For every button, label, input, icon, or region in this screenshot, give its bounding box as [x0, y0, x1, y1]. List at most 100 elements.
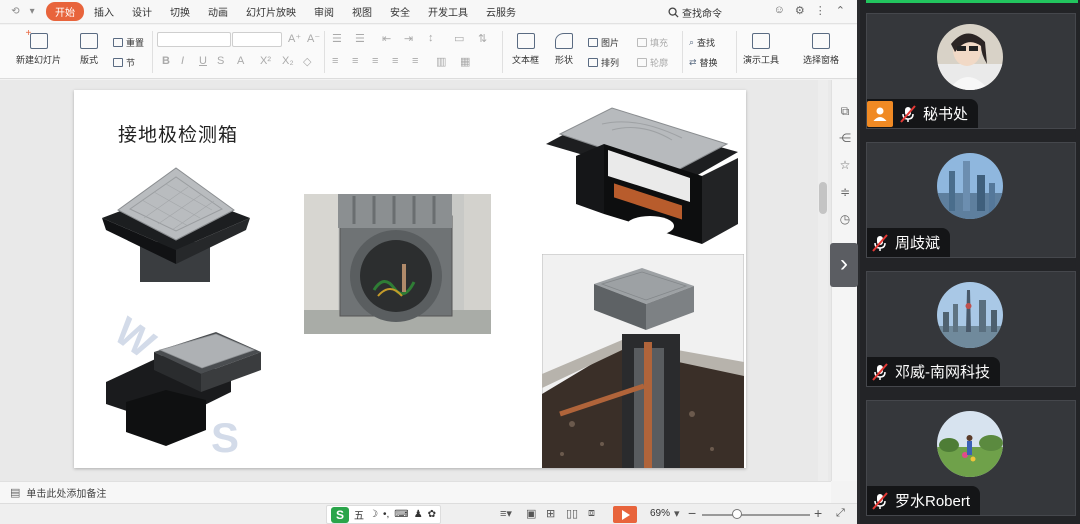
normal-view-icon[interactable]: ▣ — [526, 507, 536, 520]
font-color-icon[interactable]: A — [237, 55, 244, 67]
mic-muted-icon[interactable] — [871, 233, 889, 252]
feedback-icon[interactable]: ☺ — [774, 4, 785, 17]
ime-toolbar[interactable]: S 五 ☽ •, ⌨ ♟ ✿ — [326, 505, 442, 524]
font-name-select[interactable] — [157, 32, 231, 47]
grounding-box-image-1[interactable] — [96, 160, 256, 290]
share-icon[interactable]: ⋲ — [838, 131, 852, 145]
dropdown-icon[interactable]: ▾ — [30, 6, 35, 17]
grounding-box-cutaway[interactable] — [542, 104, 742, 254]
tab-security[interactable]: 安全 — [382, 2, 418, 21]
tab-slideshow[interactable]: 幻灯片放映 — [238, 2, 304, 21]
superscript-icon[interactable]: X² — [260, 55, 271, 67]
strikethrough-icon[interactable]: S — [217, 55, 224, 67]
notes-pane[interactable]: ▤ 单击此处添加备注 — [0, 481, 831, 503]
punctuation-icon[interactable]: •, — [383, 509, 389, 520]
fit-window-icon[interactable]: ⤢ — [836, 507, 845, 520]
fill-button[interactable]: 填充 — [637, 36, 668, 49]
gear-icon[interactable]: ⚙ — [795, 4, 805, 17]
italic-icon[interactable]: I — [181, 55, 184, 67]
numbering-icon[interactable]: ☰ — [355, 32, 365, 45]
slide-title[interactable]: 接地极检测箱 — [118, 120, 238, 147]
tab-view[interactable]: 视图 — [344, 2, 380, 21]
participant-tile[interactable]: 周歧斌 — [866, 142, 1076, 258]
tab-design[interactable]: 设计 — [124, 2, 160, 21]
textbox-button[interactable]: 文本框 — [512, 33, 539, 66]
convert-smartart-icon[interactable]: ▦ — [460, 55, 470, 68]
copy-icon[interactable]: ⧉ — [838, 104, 852, 118]
current-slide[interactable]: 接地极检测箱 W S — [74, 90, 746, 468]
bullets-icon[interactable]: ☰ — [332, 32, 342, 45]
collapse-panel-button[interactable]: › — [830, 243, 858, 287]
installation-cutaway-image[interactable] — [542, 254, 744, 468]
keyboard-icon[interactable]: ⌨ — [394, 509, 408, 520]
tab-review[interactable]: 审阅 — [306, 2, 342, 21]
command-search[interactable]: 查找命令 — [668, 5, 722, 20]
participant-tile[interactable]: 邓威-南网科技 — [866, 271, 1076, 387]
shrink-font-icon[interactable]: A⁻ — [307, 32, 320, 45]
notes-toggle-icon[interactable]: ≡▾ — [500, 507, 512, 520]
presenter-view-icon[interactable]: ⧈ — [588, 507, 595, 520]
distribute-icon[interactable]: ≡ — [412, 55, 418, 67]
reset-button[interactable]: 重置 — [113, 36, 144, 49]
picture-button[interactable]: 图片 — [588, 36, 619, 49]
columns-icon[interactable]: ▥ — [436, 55, 446, 68]
participant-tile[interactable]: 罗水Robert — [866, 400, 1076, 516]
increase-indent-icon[interactable]: ⇥ — [404, 32, 413, 45]
select-pane-button[interactable]: 选择窗格 — [803, 33, 839, 66]
outline-button[interactable]: 轮廓 — [637, 56, 668, 69]
shape-button[interactable]: 形状 — [555, 33, 573, 66]
zoom-level[interactable]: 69% — [650, 508, 670, 519]
tab-transitions[interactable]: 切换 — [162, 2, 198, 21]
tab-insert[interactable]: 插入 — [86, 2, 122, 21]
tab-cloud[interactable]: 云服务 — [478, 2, 524, 21]
sorter-view-icon[interactable]: ⊞ — [546, 507, 555, 520]
replace-button[interactable]: ⇄ 替换 — [689, 56, 718, 69]
collapse-ribbon-icon[interactable]: ⌃ — [836, 4, 845, 17]
grounding-box-image-2[interactable]: W S — [96, 312, 296, 462]
mic-muted-icon[interactable] — [899, 104, 917, 123]
clear-format-icon[interactable]: ◇ — [303, 55, 311, 68]
subscript-icon[interactable]: X₂ — [282, 55, 294, 67]
decrease-indent-icon[interactable]: ⇤ — [382, 32, 391, 45]
user-icon[interactable]: ♟ — [414, 509, 423, 520]
bold-icon[interactable]: B — [162, 55, 170, 67]
undo-icon[interactable]: ⟲ — [11, 6, 19, 17]
new-slide-button[interactable]: + 新建幻灯片 — [16, 28, 61, 66]
moon-icon[interactable]: ☽ — [369, 509, 378, 520]
demo-tools-button[interactable]: 演示工具 — [743, 33, 779, 66]
participant-tile[interactable]: 秘书处 — [866, 13, 1076, 129]
line-spacing-icon[interactable]: ↕ — [428, 32, 434, 44]
history-icon[interactable]: ◷ — [838, 212, 852, 226]
align-left-icon[interactable]: ≡ — [332, 55, 338, 67]
grounding-box-photo[interactable] — [304, 194, 491, 334]
mic-muted-icon[interactable] — [871, 491, 889, 510]
text-direction-icon[interactable]: ▭ — [454, 32, 464, 45]
underline-icon[interactable]: U — [199, 55, 207, 67]
tab-developer[interactable]: 开发工具 — [420, 2, 476, 21]
find-button[interactable]: ⌕ 查找 — [689, 36, 715, 49]
tab-home[interactable]: 开始 — [46, 2, 84, 21]
align-right-icon[interactable]: ≡ — [372, 55, 378, 67]
adjust-icon[interactable]: ≑ — [838, 185, 852, 199]
zoom-dropdown-icon[interactable]: ▾ — [674, 507, 680, 520]
align-center-icon[interactable]: ≡ — [352, 55, 358, 67]
reading-view-icon[interactable]: ▯▯ — [566, 507, 578, 520]
skin-icon[interactable]: ✿ — [428, 509, 436, 520]
zoom-out-icon[interactable]: − — [688, 505, 696, 521]
mic-muted-icon[interactable] — [871, 362, 889, 381]
grow-font-icon[interactable]: A⁺ — [288, 32, 301, 45]
star-icon[interactable]: ☆ — [838, 158, 852, 172]
zoom-slider[interactable] — [702, 514, 810, 516]
tab-animations[interactable]: 动画 — [200, 2, 236, 21]
zoom-in-icon[interactable]: + — [814, 505, 822, 521]
layout-button[interactable]: 版式 — [80, 33, 98, 66]
more-icon[interactable]: ⋮ — [815, 4, 826, 17]
font-size-select[interactable] — [232, 32, 282, 47]
zoom-slider-knob[interactable] — [732, 509, 742, 519]
arrange-button[interactable]: 排列 — [588, 56, 619, 69]
play-slideshow-button[interactable] — [613, 506, 637, 523]
scrollbar-thumb[interactable] — [819, 182, 827, 214]
align-text-icon[interactable]: ⇅ — [478, 32, 487, 45]
justify-icon[interactable]: ≡ — [392, 55, 398, 67]
vertical-scrollbar[interactable] — [818, 80, 828, 481]
